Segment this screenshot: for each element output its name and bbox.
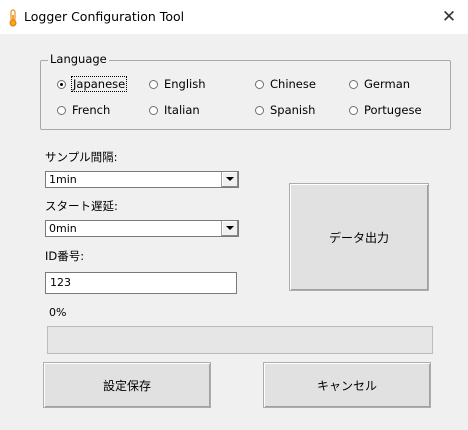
thermometer-icon — [9, 9, 17, 27]
sample-interval-value: 1min — [49, 173, 77, 186]
radio-italian[interactable]: Italian — [149, 103, 200, 117]
language-groupbox — [40, 60, 451, 130]
radio-button[interactable] — [149, 79, 158, 89]
id-number-input[interactable]: 123 — [45, 272, 237, 294]
radio-label: Chinese — [270, 77, 316, 91]
title-bar: Logger Configuration Tool ✕ — [0, 0, 468, 34]
radio-label: French — [72, 103, 111, 117]
sample-interval-label: サンプル間隔: — [45, 150, 118, 164]
radio-button[interactable] — [349, 79, 358, 89]
export-data-label: データ出力 — [328, 230, 389, 245]
radio-button[interactable] — [57, 79, 66, 89]
id-number-label: ID番号: — [45, 249, 85, 263]
radio-label: Portugese — [364, 103, 422, 117]
window-title: Logger Configuration Tool — [24, 9, 185, 24]
sample-interval-select[interactable]: 1min — [45, 171, 239, 188]
language-group-label: Language — [48, 52, 109, 66]
export-data-button[interactable]: データ出力 — [289, 183, 429, 291]
radio-portugese[interactable]: Portugese — [349, 103, 422, 117]
progress-percent-text: 0% — [49, 306, 67, 319]
id-number-value: 123 — [50, 276, 71, 289]
save-settings-button[interactable]: 設定保存 — [43, 362, 211, 408]
radio-button[interactable] — [149, 105, 158, 115]
radio-french[interactable]: French — [57, 103, 110, 117]
cancel-label: キャンセル — [316, 378, 377, 393]
close-icon[interactable]: ✕ — [436, 5, 462, 29]
radio-label: Italian — [164, 103, 200, 117]
radio-label: Spanish — [270, 103, 316, 117]
start-delay-label: スタート遅延: — [45, 199, 118, 213]
radio-button[interactable] — [57, 105, 66, 115]
progress-bar — [47, 326, 433, 354]
main-window: Logger Configuration Tool ✕ Language Jap… — [0, 0, 468, 430]
radio-chinese[interactable]: Chinese — [255, 77, 316, 91]
radio-german[interactable]: German — [349, 77, 410, 91]
radio-spanish[interactable]: Spanish — [255, 103, 315, 117]
start-delay-value: 0min — [49, 222, 77, 235]
save-settings-label: 設定保存 — [102, 378, 151, 393]
radio-button[interactable] — [255, 105, 264, 115]
radio-label: Japanese — [70, 76, 128, 92]
radio-english[interactable]: English — [149, 77, 206, 91]
radio-button[interactable] — [255, 79, 264, 89]
radio-label: English — [164, 77, 206, 91]
radio-japanese[interactable]: Japanese — [57, 76, 128, 92]
radio-label: German — [364, 77, 411, 91]
cancel-button[interactable]: キャンセル — [263, 362, 431, 408]
start-delay-select[interactable]: 0min — [45, 220, 239, 237]
chevron-down-icon[interactable] — [221, 172, 238, 187]
radio-button[interactable] — [349, 105, 358, 115]
chevron-down-icon[interactable] — [221, 221, 238, 236]
